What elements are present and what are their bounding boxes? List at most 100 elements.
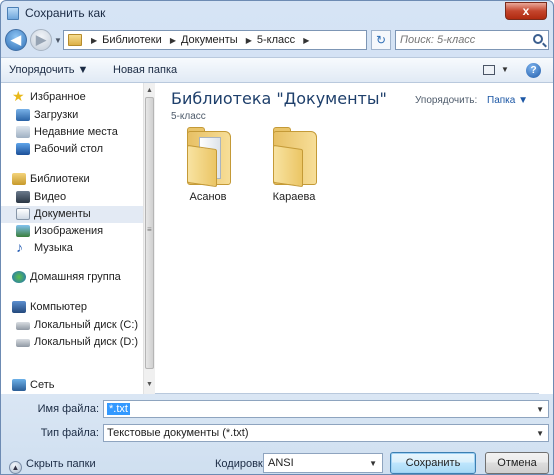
recent-pages-dropdown[interactable]: ▼ — [54, 36, 62, 45]
notepad-icon — [7, 7, 19, 20]
sidebar-item-disk-d[interactable]: Локальный диск (D:) — [1, 334, 143, 351]
sidebar-item-label: Библиотеки — [30, 173, 90, 185]
sidebar-item-libraries[interactable]: Библиотеки — [1, 171, 143, 188]
folder-item[interactable]: Асанов — [173, 127, 243, 211]
downloads-icon — [16, 109, 30, 121]
chevron-down-icon: ▼ — [501, 65, 509, 74]
filename-field[interactable]: *.txt ▼ — [103, 400, 549, 418]
computer-icon — [12, 301, 26, 313]
chevron-right-icon[interactable]: ▶ — [246, 36, 252, 45]
encoding-select[interactable]: ANSI ▼ — [263, 453, 383, 473]
sidebar-item-video[interactable]: Видео — [1, 189, 143, 206]
sidebar-item-label: Домашняя группа — [30, 271, 121, 283]
desktop-icon — [16, 143, 30, 155]
folder-name: Караева — [272, 191, 316, 203]
sidebar-item-documents[interactable]: Документы — [1, 206, 143, 223]
folder-name: Асанов — [189, 191, 227, 203]
chevron-right-icon[interactable]: ▶ — [91, 36, 97, 45]
title-bar: Сохранить как x — [1, 1, 553, 25]
sidebar-item-homegroup[interactable]: Домашняя группа — [1, 269, 143, 286]
sidebar-item-images[interactable]: Изображения — [1, 223, 143, 240]
chevron-right-icon[interactable]: ▶ — [170, 36, 176, 45]
scrollbar-grip-icon: ≡ — [147, 225, 152, 234]
chevron-right-icon[interactable]: ▶ — [303, 36, 309, 45]
chevron-down-icon[interactable]: ▼ — [369, 459, 377, 468]
sidebar-item-label: Избранное — [30, 91, 86, 103]
filetype-label: Тип файла: — [40, 427, 99, 439]
filetype-row: Тип файла: Текстовые документы (*.txt) ▼ — [1, 424, 553, 444]
filename-label: Имя файла: — [37, 403, 99, 415]
images-icon — [16, 225, 30, 237]
chevron-up-icon: ▲ — [9, 461, 22, 474]
refresh-button[interactable]: ↻ — [371, 30, 391, 50]
sidebar-item-label: Недавние места — [34, 126, 118, 138]
folder-item[interactable]: Караева — [259, 127, 329, 211]
libraries-icon — [12, 173, 26, 185]
search-icon[interactable] — [533, 34, 543, 44]
search-input[interactable] — [400, 33, 526, 47]
forward-button[interactable]: ▶ — [30, 29, 52, 51]
encoding-value: ANSI — [268, 457, 294, 469]
filetype-select[interactable]: Текстовые документы (*.txt) ▼ — [103, 424, 549, 442]
chevron-down-icon[interactable]: ▼ — [536, 405, 544, 414]
save-form: Имя файла: *.txt ▼ Тип файла: Текстовые … — [1, 394, 553, 474]
sidebar-item-recent[interactable]: Недавние места — [1, 124, 143, 141]
sidebar-item-computer[interactable]: Компьютер — [1, 299, 143, 316]
sidebar-item-downloads[interactable]: Загрузки — [1, 107, 143, 124]
back-button[interactable]: ◀ — [5, 29, 27, 51]
search-box[interactable] — [395, 30, 549, 50]
folder-front — [187, 144, 217, 188]
sidebar-scrollbar[interactable]: ▲ ≡ ▼ — [143, 83, 155, 394]
arrange-by-label: Упорядочить: — [415, 95, 478, 106]
sidebar-item-label: Документы — [34, 208, 91, 220]
breadcrumb-libraries[interactable]: Библиотеки — [102, 34, 162, 46]
library-title: Библиотека "Документы" — [171, 89, 387, 108]
close-button[interactable]: x — [505, 2, 547, 20]
chevron-down-icon[interactable]: ▼ — [536, 429, 544, 438]
music-icon: ♪ — [16, 239, 23, 255]
drive-icon — [16, 322, 30, 330]
arrange-by-dropdown[interactable]: Папка ▼ — [487, 95, 528, 106]
sidebar-item-label: Локальный диск (D:) — [34, 336, 139, 348]
view-options-button[interactable]: ▼ — [483, 63, 511, 79]
folder-front — [273, 144, 303, 188]
breadcrumb: ▶ Библиотеки ▶ Документы ▶ 5-класс ▶ — [86, 34, 314, 46]
main-pane: ★ Избранное Загрузки Недавние места Рабо… — [1, 83, 553, 394]
video-icon — [16, 191, 30, 203]
recent-places-icon — [16, 126, 30, 138]
sidebar-item-favorites[interactable]: ★ Избранное — [1, 88, 143, 106]
window-title: Сохранить как — [25, 6, 106, 20]
breadcrumb-5-class[interactable]: 5-класс — [257, 34, 295, 46]
filename-value[interactable]: *.txt — [107, 403, 130, 415]
sidebar-item-label: Компьютер — [30, 301, 87, 313]
sidebar-item-network[interactable]: Сеть — [1, 377, 143, 394]
cancel-button[interactable]: Отмена — [485, 452, 549, 474]
scroll-up-icon[interactable]: ▲ — [146, 87, 153, 94]
navigation-pane: ★ Избранное Загрузки Недавние места Рабо… — [1, 83, 143, 394]
hide-folders-button[interactable]: ▲ Скрыть папки — [9, 458, 96, 474]
sidebar-item-label: Рабочий стол — [34, 143, 104, 155]
documents-icon — [16, 208, 30, 220]
save-button[interactable]: Сохранить — [390, 452, 476, 474]
sidebar-item-music[interactable]: ♪ Музыка — [1, 239, 143, 257]
sidebar-item-disk-c[interactable]: Локальный диск (C:) — [1, 317, 143, 334]
help-icon[interactable]: ? — [526, 63, 541, 78]
sidebar-item-label: Сеть — [30, 379, 55, 391]
drive-icon — [16, 339, 30, 347]
sidebar-item-label: Изображения — [34, 225, 104, 237]
sidebar-item-label: Видео — [34, 191, 67, 203]
content-scroll-area — [539, 83, 553, 394]
homegroup-icon — [12, 271, 26, 283]
folder-icon — [68, 34, 82, 46]
organize-button[interactable]: Упорядочить ▼ — [9, 64, 88, 76]
sidebar-item-label: Локальный диск (C:) — [34, 319, 139, 331]
filetype-value: Текстовые документы (*.txt) — [107, 427, 249, 439]
new-folder-button[interactable]: Новая папка — [113, 64, 177, 76]
hide-folders-label: Скрыть папки — [26, 458, 96, 470]
breadcrumb-documents[interactable]: Документы — [181, 34, 238, 46]
address-row: ◀ ▶ ▼ ▶ Библиотеки ▶ Документы ▶ 5-класс ▶ … — [1, 27, 553, 57]
sidebar-item-desktop[interactable]: Рабочий стол — [1, 141, 143, 158]
address-bar[interactable]: ▶Библиотеки ▶Документы ▶5-класс ▶ ▼ — [63, 30, 426, 50]
network-icon — [12, 379, 26, 391]
scroll-down-icon[interactable]: ▼ — [146, 381, 153, 388]
